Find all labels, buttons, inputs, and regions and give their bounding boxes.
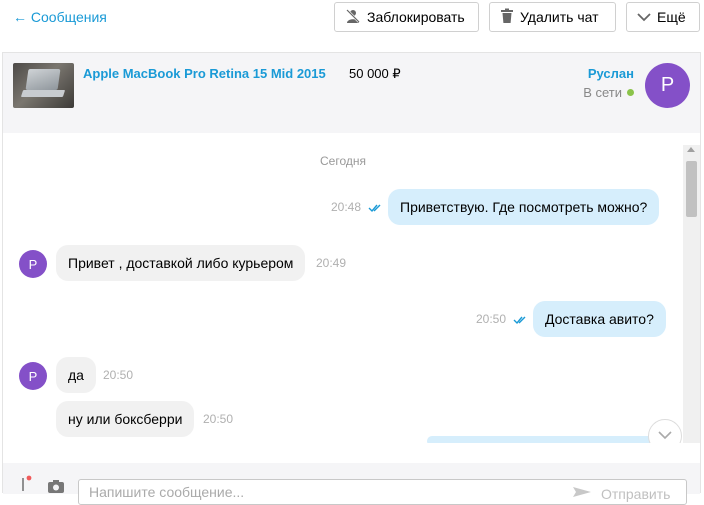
scroll-down-icon xyxy=(658,427,672,443)
message-list[interactable]: Сегодня 20:48 Приветствую. Где посмотрет… xyxy=(3,133,700,443)
message-input[interactable] xyxy=(78,479,687,505)
user-name-link[interactable]: Руслан xyxy=(588,66,634,81)
scroll-up-arrow-icon[interactable] xyxy=(687,147,695,152)
message-list-scrollbar[interactable] xyxy=(683,145,700,443)
incoming-message-bubble[interactable]: ну или боксберри xyxy=(56,401,195,437)
double-check-icon xyxy=(368,204,381,213)
back-to-messages-link[interactable]: ← Сообщения xyxy=(13,9,107,25)
product-thumbnail[interactable] xyxy=(13,63,74,108)
online-indicator-icon xyxy=(627,89,634,96)
message-time: 20:50 xyxy=(203,412,234,426)
scrollbar-thumb[interactable] xyxy=(686,161,697,217)
back-link-label: ← Сообщения xyxy=(13,9,107,25)
outgoing-message-bubble[interactable]: Приветствую. Где посмотреть можно? xyxy=(388,189,660,225)
sender-avatar[interactable]: Р xyxy=(19,362,47,390)
message-time: 20:48 xyxy=(331,200,362,214)
more-menu-label: Ещё xyxy=(657,9,686,25)
user-status: В сети xyxy=(583,85,634,100)
outgoing-message-bubble[interactable]: Доставка авито? xyxy=(533,301,666,337)
product-title-link[interactable]: Apple MacBook Pro Retina 15 Mid 2015 xyxy=(83,66,326,81)
incoming-message-bubble[interactable]: Привет , доставкой либо курьером xyxy=(56,245,306,281)
product-price: 50 000 ₽ xyxy=(349,66,401,81)
outgoing-message-bubble-partial xyxy=(427,436,663,443)
user-avatar[interactable]: Р xyxy=(645,63,690,108)
date-separator: Сегодня xyxy=(320,154,366,168)
delete-chat-button[interactable]: Удалить чат xyxy=(489,2,616,32)
chevron-down-icon xyxy=(637,9,651,25)
message-time: 20:50 xyxy=(476,312,507,326)
incoming-message-bubble[interactable]: да xyxy=(56,357,96,393)
top-bar: ← Сообщения Заблокировать Удалить чат Ещ… xyxy=(0,0,704,42)
message-time: 20:50 xyxy=(103,368,134,382)
sender-avatar-letter: Р xyxy=(28,368,38,384)
sender-avatar[interactable]: Р xyxy=(19,250,47,278)
sender-avatar-letter: Р xyxy=(28,256,38,272)
delete-chat-label: Удалить чат xyxy=(520,9,599,25)
laptop-base-shape xyxy=(20,90,66,97)
laptop-lid-shape xyxy=(25,69,61,90)
paperclip-icon[interactable] xyxy=(19,475,33,491)
message-composer: Отправить xyxy=(3,463,700,505)
message-time: 20:49 xyxy=(316,256,347,270)
chat-header: Apple MacBook Pro Retina 15 Mid 2015 50 … xyxy=(3,53,700,133)
block-user-label: Заблокировать xyxy=(367,9,465,25)
block-user-icon xyxy=(345,8,361,27)
send-button[interactable]: Отправить xyxy=(601,486,670,502)
more-menu-button[interactable]: Ещё xyxy=(626,2,700,32)
block-user-button[interactable]: Заблокировать xyxy=(334,2,479,32)
scroll-to-bottom-button[interactable] xyxy=(648,419,682,443)
user-avatar-letter: Р xyxy=(660,74,675,96)
send-icon[interactable] xyxy=(572,485,592,497)
trash-icon xyxy=(500,8,514,27)
chat-panel: Apple MacBook Pro Retina 15 Mid 2015 50 … xyxy=(2,52,701,505)
double-check-icon xyxy=(513,316,526,325)
user-status-label: В сети xyxy=(583,85,622,100)
camera-icon[interactable] xyxy=(47,479,65,493)
